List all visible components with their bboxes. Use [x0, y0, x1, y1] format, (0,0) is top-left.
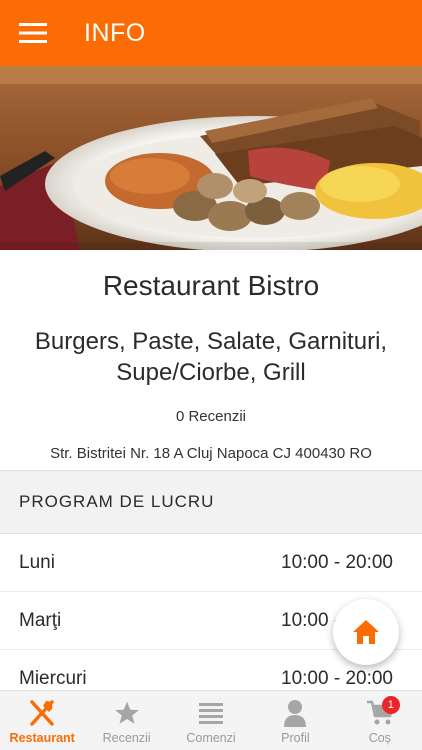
schedule-title: PROGRAM DE LUCRU: [19, 492, 215, 511]
person-icon: [283, 699, 307, 727]
nav-label-comenzi: Comenzi: [186, 731, 236, 745]
restaurant-address: Str. Bistritei Nr. 18 A Cluj Napoca CJ 4…: [50, 445, 372, 462]
list-icon: [199, 699, 224, 727]
nav-label-restaurant: Restaurant: [9, 731, 75, 745]
hamburger-menu-icon: [19, 23, 47, 43]
bottom-navigation: Restaurant Recenzii Comenzi Profil 1 Coș: [0, 690, 422, 750]
home-icon: [353, 620, 379, 644]
nav-item-comenzi[interactable]: Comenzi: [169, 691, 253, 750]
reviews-count[interactable]: 0 Recenzii: [0, 408, 422, 425]
star-icon: [114, 699, 140, 727]
restaurant-info: Restaurant Bistro Burgers, Paste, Salate…: [0, 250, 422, 462]
schedule-day: Miercuri: [19, 667, 87, 689]
nav-label-recenzii: Recenzii: [102, 731, 151, 745]
app-bar: INFO: [0, 0, 422, 66]
nav-label-cos: Coș: [368, 731, 391, 745]
restaurant-name: Restaurant Bistro: [102, 270, 320, 301]
nav-label-profil: Profil: [281, 731, 310, 745]
nav-item-profil[interactable]: Profil: [253, 691, 337, 750]
hero-image: [0, 66, 422, 250]
cart-badge: 1: [381, 696, 400, 714]
schedule-hours: 10:00 - 20:00: [281, 667, 393, 689]
schedule-day: Luni: [19, 551, 55, 573]
menu-button[interactable]: [0, 0, 66, 66]
nav-item-cos[interactable]: 1 Coș: [338, 691, 422, 750]
page-title: INFO: [84, 18, 146, 47]
restaurant-categories: Burgers, Paste, Salate, Garnituri, Supe/…: [34, 328, 388, 386]
schedule-row: Luni 10:00 - 20:00: [0, 534, 422, 592]
schedule-day: Marţi: [19, 609, 62, 631]
schedule-hours: 10:00 - 20:00: [281, 551, 393, 573]
nav-item-restaurant[interactable]: Restaurant: [0, 691, 84, 750]
nav-item-recenzii[interactable]: Recenzii: [84, 691, 168, 750]
fork-knife-icon: [28, 699, 56, 727]
home-button[interactable]: [333, 599, 399, 665]
schedule-header: PROGRAM DE LUCRU: [0, 470, 422, 534]
